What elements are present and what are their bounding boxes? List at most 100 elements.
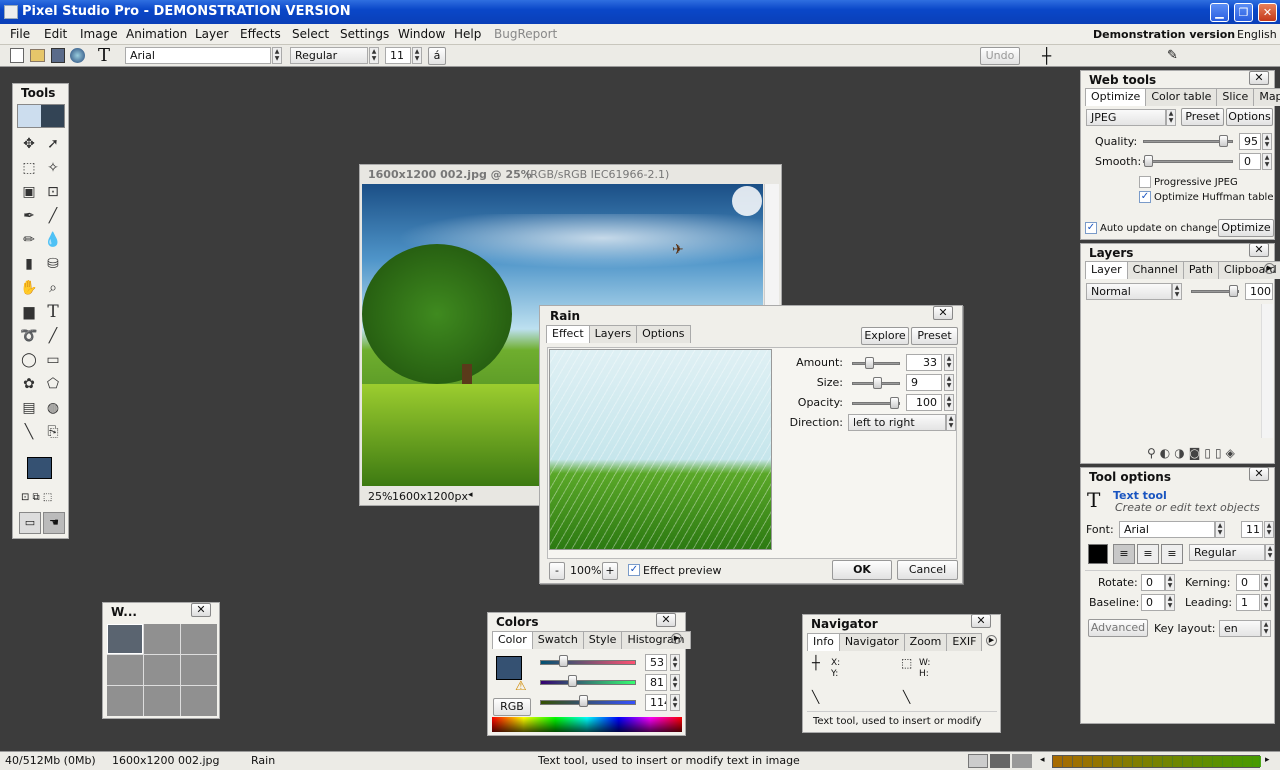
- green-knob[interactable]: [568, 675, 577, 687]
- blue-spin[interactable]: ▲ ▼: [670, 694, 680, 711]
- menu-effects[interactable]: Effects: [240, 27, 281, 41]
- view-mode-2[interactable]: [1012, 754, 1032, 768]
- workspace-cell[interactable]: [107, 624, 143, 654]
- tool-preset-icon[interactable]: [17, 104, 65, 128]
- workspace-cell[interactable]: [181, 686, 217, 716]
- kerning-field[interactable]: 0: [1236, 574, 1260, 591]
- tab-exif[interactable]: EXIF: [946, 633, 983, 651]
- scroll-left-status-icon[interactable]: ◂: [1040, 755, 1045, 765]
- ellipse-tool-icon[interactable]: ◯: [19, 350, 39, 370]
- blue-slider[interactable]: [540, 695, 636, 707]
- layers-scrollbar[interactable]: [1261, 304, 1273, 438]
- align-left-icon[interactable]: ≡: [1113, 544, 1135, 564]
- size-knob[interactable]: [873, 377, 882, 389]
- kerning-spin[interactable]: ▲ ▼: [1261, 574, 1271, 591]
- close-button[interactable]: ✕: [1258, 3, 1277, 22]
- font-style-select[interactable]: Regular: [290, 47, 368, 64]
- opacity-spin[interactable]: ▲ ▼: [944, 394, 954, 411]
- workspace-cell[interactable]: [107, 655, 143, 685]
- red-knob[interactable]: [559, 655, 568, 667]
- size-spin[interactable]: ▲ ▼: [944, 374, 954, 391]
- size-field[interactable]: 9: [906, 374, 942, 391]
- green-field[interactable]: 81: [645, 674, 667, 691]
- tab-style[interactable]: Style: [582, 631, 623, 649]
- crosshair-icon[interactable]: ┼: [1042, 47, 1051, 65]
- polygon-tool-icon[interactable]: ⬠: [43, 374, 63, 394]
- pen-tool-icon[interactable]: ✒: [19, 206, 39, 226]
- eyedropper-tool-icon[interactable]: ╲: [19, 422, 39, 442]
- workspace-close-icon[interactable]: ✕: [191, 603, 211, 617]
- align-center-icon[interactable]: ≡: [1137, 544, 1159, 564]
- blue-field[interactable]: 114: [645, 694, 667, 711]
- opacity-knob[interactable]: [890, 397, 899, 409]
- preset-button[interactable]: Preset: [911, 327, 958, 345]
- tab-options[interactable]: Options: [636, 325, 691, 343]
- default-colors-icon[interactable]: ⊡ ⧉ ⬚: [21, 492, 52, 503]
- menu-select[interactable]: Select: [292, 27, 329, 41]
- undo-button[interactable]: Undo: [980, 47, 1020, 65]
- new-file-icon[interactable]: [10, 48, 24, 63]
- text-color-swatch[interactable]: [1088, 544, 1108, 564]
- lasso-tool-icon[interactable]: ➰: [19, 326, 39, 346]
- gradient-tool-icon[interactable]: ▆: [19, 302, 39, 322]
- tab-layers[interactable]: Layers: [588, 325, 638, 343]
- zoom-out-button[interactable]: -: [549, 562, 565, 580]
- smooth-field[interactable]: 0: [1239, 153, 1261, 170]
- green-slider[interactable]: [540, 675, 636, 687]
- current-color-swatch[interactable]: [496, 656, 522, 680]
- scroll-right-status-icon[interactable]: ▸: [1265, 755, 1270, 765]
- spray-tool-icon[interactable]: ▮: [19, 254, 39, 274]
- eyedropper-icon[interactable]: ✎: [1167, 48, 1178, 63]
- smooth-spin[interactable]: ▲ ▼: [1262, 153, 1272, 170]
- hand-mode-icon[interactable]: ☚: [43, 512, 65, 534]
- tab-layer[interactable]: Layer: [1085, 261, 1128, 279]
- menu-file[interactable]: File: [10, 27, 30, 41]
- save-icon[interactable]: [51, 48, 65, 63]
- tab-color-table[interactable]: Color table: [1145, 88, 1218, 106]
- tab-map[interactable]: Map: [1253, 88, 1280, 106]
- tool-size-field[interactable]: 11: [1241, 521, 1263, 538]
- workspace-cell[interactable]: [144, 686, 180, 716]
- amount-field[interactable]: 33: [906, 354, 942, 371]
- font-size-field[interactable]: 11: [385, 47, 411, 64]
- opacity-slider[interactable]: [852, 397, 900, 409]
- tab-optimize[interactable]: Optimize: [1085, 88, 1147, 106]
- workspace-cell[interactable]: [181, 655, 217, 685]
- progressive-checkbox[interactable]: [1139, 176, 1151, 188]
- web-options-button[interactable]: Options: [1226, 108, 1273, 126]
- effect-preview-checkbox[interactable]: ✓: [628, 564, 640, 576]
- clone-tool-icon[interactable]: ⎘: [43, 422, 63, 442]
- quality-knob[interactable]: [1219, 135, 1228, 147]
- pointer-tool-icon[interactable]: ➚: [43, 134, 63, 154]
- tool-style-select[interactable]: Regular: [1189, 544, 1265, 561]
- screen-mode-icon[interactable]: [968, 754, 988, 768]
- tab-slice[interactable]: Slice: [1216, 88, 1255, 106]
- tool-font-spin[interactable]: ▲ ▼: [1215, 521, 1225, 538]
- menu-animation[interactable]: Animation: [126, 27, 187, 41]
- key-layout-select[interactable]: en: [1219, 620, 1261, 637]
- tab-color[interactable]: Color: [492, 631, 533, 649]
- spectrum-bar[interactable]: [492, 717, 682, 732]
- font-family-spin[interactable]: ▲ ▼: [272, 47, 282, 64]
- zoom-in-button[interactable]: +: [602, 562, 618, 580]
- workspace-cell[interactable]: [181, 624, 217, 654]
- layer-actions-icons[interactable]: ⚲◐◑◙▯▯◈: [1147, 446, 1239, 460]
- smooth-slider[interactable]: [1143, 155, 1233, 167]
- menu-help[interactable]: Help: [454, 27, 481, 41]
- rotate-spin[interactable]: ▲ ▼: [1165, 574, 1175, 591]
- layer-opacity-field[interactable]: 100: [1245, 283, 1273, 300]
- layers-menu-icon[interactable]: ▶: [1264, 263, 1275, 274]
- green-spin[interactable]: ▲ ▼: [670, 674, 680, 691]
- tab-zoom[interactable]: Zoom: [903, 633, 948, 651]
- menu-window[interactable]: Window: [398, 27, 445, 41]
- tool-style-spin[interactable]: ▲ ▼: [1265, 544, 1275, 561]
- quality-spin[interactable]: ▲ ▼: [1262, 133, 1272, 150]
- workspace-cell[interactable]: [144, 624, 180, 654]
- bucket-tool-icon[interactable]: ⛁: [43, 254, 63, 274]
- auto-update-checkbox[interactable]: ✓: [1085, 222, 1097, 234]
- baseline-spin[interactable]: ▲ ▼: [1165, 594, 1175, 611]
- layers-close-icon[interactable]: ✕: [1249, 243, 1269, 257]
- format-spin[interactable]: ▲ ▼: [1166, 109, 1176, 126]
- align-right-icon[interactable]: ≡: [1161, 544, 1183, 564]
- direction-spin[interactable]: ▲ ▼: [946, 414, 956, 431]
